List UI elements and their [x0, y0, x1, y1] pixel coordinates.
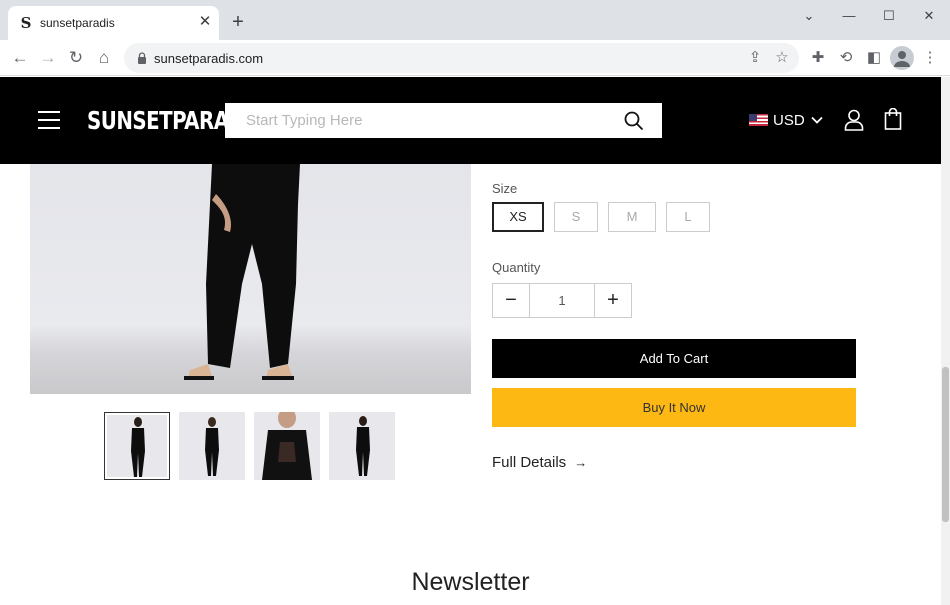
window-close-icon[interactable]: ✕: [919, 6, 939, 26]
size-options: XS S M L: [492, 202, 720, 232]
buy-it-now-button[interactable]: Buy It Now: [492, 388, 856, 427]
size-option-s[interactable]: S: [554, 202, 598, 232]
search-box: [225, 103, 662, 138]
quantity-stepper: − 1 +: [492, 283, 632, 318]
search-icon[interactable]: [624, 111, 644, 131]
shopping-bag-icon[interactable]: [884, 108, 902, 130]
address-bar[interactable]: sunsetparadis.com ⇪ ☆: [124, 43, 799, 73]
size-option-m[interactable]: M: [608, 202, 656, 232]
reload-icon[interactable]: ↻: [63, 45, 89, 71]
arrow-right-icon: →: [574, 455, 588, 470]
size-option-xs[interactable]: XS: [492, 202, 544, 232]
thumbnail-image-icon: [205, 417, 219, 476]
profile-icon[interactable]: [890, 46, 914, 70]
browser-tab-bar: S sunsetparadis ✕ + ⌄ — ☐ ✕: [0, 0, 950, 40]
jumpsuit-model-image: [184, 164, 300, 380]
hamburger-menu-icon[interactable]: [38, 111, 60, 129]
site-header: SUNSETPARADIS USD: [0, 77, 941, 164]
add-to-cart-button[interactable]: Add To Cart: [492, 339, 856, 378]
page-scrollbar[interactable]: [941, 77, 950, 605]
minus-icon[interactable]: −: [493, 284, 529, 317]
back-icon[interactable]: ←: [7, 45, 33, 71]
sync-icon[interactable]: ⟲: [834, 46, 858, 70]
thumbnail-2[interactable]: [179, 412, 245, 480]
bookmark-star-icon[interactable]: ☆: [771, 47, 793, 69]
thumbnail-4[interactable]: [329, 412, 395, 480]
currency-selector[interactable]: USD: [749, 110, 823, 130]
tab-search-icon[interactable]: ⌄: [799, 6, 819, 26]
forward-icon[interactable]: →: [35, 45, 61, 71]
url-text: sunsetparadis.com: [154, 51, 264, 66]
minimize-icon[interactable]: —: [839, 6, 859, 26]
us-flag-icon: [749, 114, 768, 126]
browser-toolbar: ← → ↻ ⌂ sunsetparadis.com ⇪ ☆ ✚ ⟲ ◧ ⋮: [0, 40, 950, 76]
account-icon[interactable]: [844, 109, 864, 131]
search-input[interactable]: [225, 103, 615, 138]
size-option-l[interactable]: L: [666, 202, 710, 232]
size-label: Size: [492, 181, 518, 196]
browser-tab[interactable]: S sunsetparadis ✕: [8, 6, 219, 40]
share-icon[interactable]: ⇪: [744, 47, 766, 69]
currency-code: USD: [773, 111, 805, 129]
home-icon[interactable]: ⌂: [91, 45, 117, 71]
product-main-image[interactable]: [30, 164, 471, 394]
browser-menu-icon[interactable]: ⋮: [918, 46, 942, 70]
thumbnail-image-icon: [356, 416, 370, 476]
full-details-link[interactable]: Full Details →: [492, 454, 587, 471]
plus-icon[interactable]: +: [595, 284, 631, 317]
chevron-down-icon: [811, 116, 823, 124]
full-details-label: Full Details: [492, 454, 567, 471]
extensions-icon[interactable]: ✚: [806, 46, 830, 70]
tab-close-icon[interactable]: ✕: [196, 13, 214, 31]
thumbnail-image-icon: [131, 417, 145, 477]
thumbnail-strip: [104, 412, 404, 480]
thumbnail-image-icon: [262, 412, 312, 480]
scrollbar-thumb[interactable]: [942, 367, 949, 522]
maximize-icon[interactable]: ☐: [879, 6, 899, 26]
lock-icon: [138, 52, 146, 64]
quantity-input[interactable]: 1: [529, 284, 595, 317]
sidepanel-icon[interactable]: ◧: [862, 46, 886, 70]
thumbnail-1[interactable]: [104, 412, 170, 480]
thumbnail-3[interactable]: [254, 412, 320, 480]
quantity-label: Quantity: [492, 260, 541, 275]
site-favicon-icon: S: [20, 14, 32, 32]
newsletter-title: Newsletter: [411, 568, 530, 596]
new-tab-icon[interactable]: +: [228, 12, 248, 32]
tab-title: sunsetparadis: [40, 16, 115, 30]
